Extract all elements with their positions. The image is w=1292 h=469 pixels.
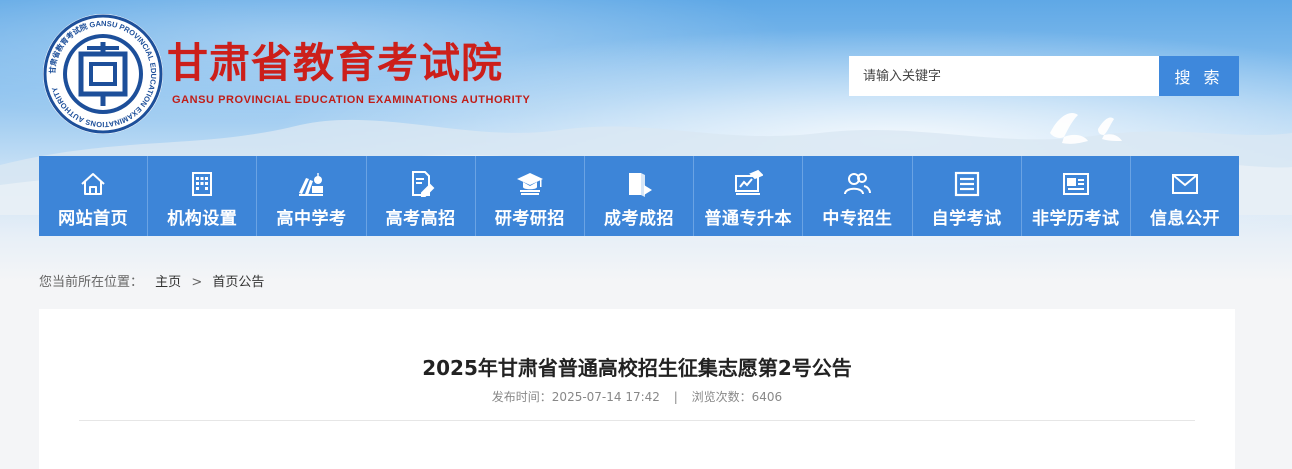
nav-item-upgrade-bachelor[interactable]: 普通专升本 [693,156,802,236]
breadcrumb-current-link[interactable]: 首页公告 [212,275,264,290]
presentation-icon [733,169,764,199]
divider [79,420,1195,421]
nav-label: 成考成招 [604,209,675,229]
publish-label: 发布时间： [491,390,552,404]
breadcrumb-separator: > [191,275,203,290]
site-title-cn[interactable]: 甘肃省教育考试院 [167,40,503,86]
nav-item-self-study-exam[interactable]: 自学考试 [911,156,1021,236]
nav-item-gaokao[interactable]: 高考高招 [365,156,475,236]
main-nav: 网站首页 机构设置 高中学考 高考高招 研考研招 成考成招 普通专升本 中专招生… [39,156,1239,236]
search-button[interactable]: 搜 索 [1159,56,1239,96]
breadcrumb-prefix: 您当前所在位置： [39,275,144,290]
books-icon [296,169,326,199]
publish-time: 2025-07-14 17:42 [551,390,660,404]
article-meta: 发布时间：2025-07-14 17:42 | 浏览次数：6406 [39,388,1235,405]
graduation-cap-icon [515,169,545,199]
nav-item-postgraduate[interactable]: 研考研招 [474,156,584,236]
nav-item-secondary-vocational[interactable]: 中专招生 [802,156,911,236]
users-icon [842,169,872,199]
site-title-en: GANSU PROVINCIAL EDUCATION EXAMINATIONS … [172,94,531,106]
nav-label: 研考研招 [494,209,565,229]
building-icon [187,169,217,199]
nav-item-organization[interactable]: 机构设置 [147,156,256,236]
nav-label: 信息公开 [1149,209,1220,229]
nav-item-non-degree-exam[interactable]: 非学历考试 [1020,156,1130,236]
nav-item-high-school-exam[interactable]: 高中学考 [256,156,365,236]
document-icon [952,169,982,199]
search-input[interactable] [849,56,1159,96]
nav-label: 中专招生 [822,209,893,229]
nav-item-home[interactable]: 网站首页 [39,156,147,236]
nav-label: 网站首页 [58,209,129,229]
nav-item-adult-exam[interactable]: 成考成招 [583,156,693,236]
nav-label: 高中学考 [276,209,347,229]
mail-icon [1170,169,1200,199]
views-count: 6406 [751,390,783,404]
views-label: 浏览次数： [691,390,752,404]
id-card-icon [1061,169,1091,199]
exam-paper-icon [406,169,436,199]
meta-separator: | [673,390,678,404]
article-title: 2025年甘肃省普通高校招生征集志愿第2号公告 [422,356,852,380]
logo-emblem: 甘肃省教育考试院 GANSU PROVINCIAL EDUCATION EXAM… [43,14,163,134]
book-icon [624,169,654,199]
nav-label: 非学历考试 [1032,209,1120,229]
breadcrumb: 您当前所在位置： 主页 > 首页公告 [39,271,264,290]
nav-label: 自学考试 [931,209,1002,229]
article-card: 2025年甘肃省普通高校招生征集志愿第2号公告 发布时间：2025-07-14 … [39,309,1235,469]
nav-label: 机构设置 [167,209,238,229]
breadcrumb-home-link[interactable]: 主页 [155,275,181,290]
home-icon [78,169,108,199]
nav-label: 普通专升本 [704,209,792,229]
nav-label: 高考高招 [385,209,456,229]
nav-item-information-disclosure[interactable]: 信息公开 [1129,156,1239,236]
